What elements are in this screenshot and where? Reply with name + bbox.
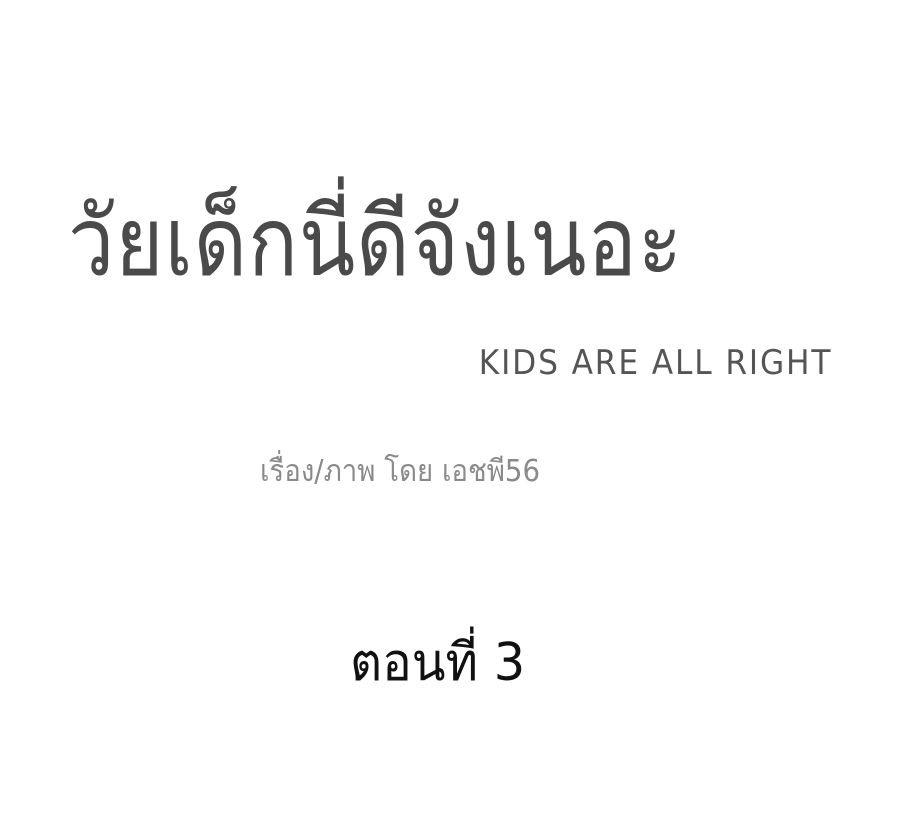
- author-credit: เรื่อง/ภาพ โดย เอชพี56: [260, 454, 541, 489]
- english-title: KIDS ARE ALL RIGHT: [478, 343, 832, 383]
- title-page: วัยเด็กนี่ดีจังเนอะ KIDS ARE ALL RIGHT เ…: [0, 0, 910, 817]
- episode-label: ตอนที่ 3: [350, 633, 526, 693]
- thai-title: วัยเด็กนี่ดีจังเนอะ: [68, 186, 684, 298]
